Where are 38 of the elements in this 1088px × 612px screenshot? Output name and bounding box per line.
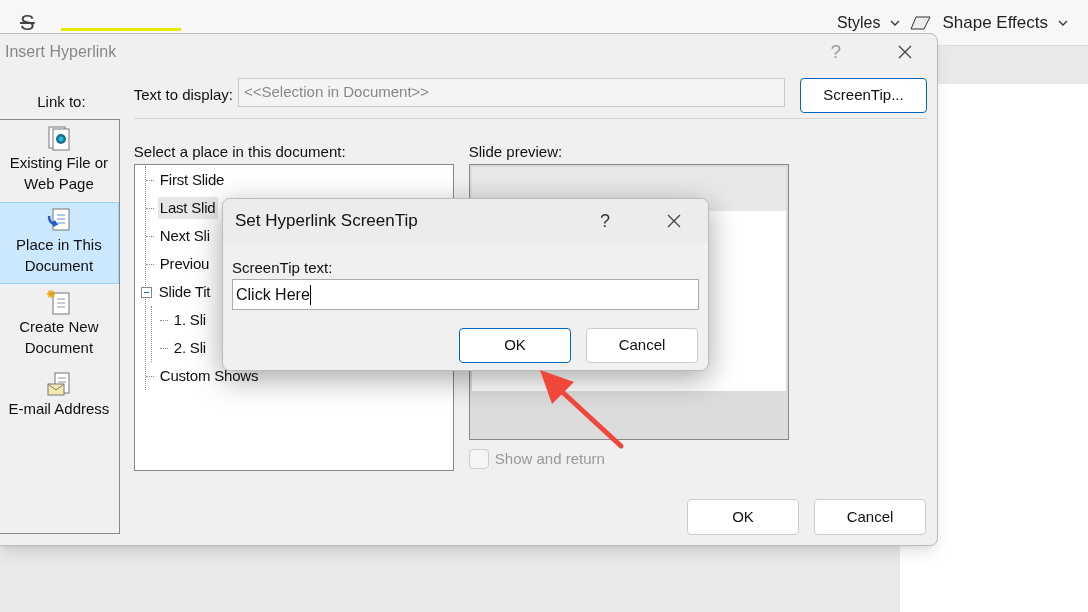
tree-item[interactable]: Next Sli (157, 224, 212, 248)
window-title: Insert Hyperlink (5, 42, 117, 62)
tree-item[interactable]: 1. Sli (171, 308, 208, 332)
field-label: Text to display: (133, 84, 233, 105)
screentip-button[interactable]: ScreenTip... (800, 77, 927, 113)
envelope-document-icon (45, 371, 72, 397)
section-label: Slide preview: (468, 142, 564, 162)
link-to-option[interactable]: Create New Document (0, 284, 119, 366)
link-to-option[interactable]: E-mail Address (0, 366, 119, 448)
section-label: Select a place in this document: (133, 142, 347, 162)
tree-item[interactable]: First Slide (157, 168, 227, 192)
tree-item[interactable]: 2. Sli (171, 336, 208, 360)
close-icon[interactable] (666, 213, 682, 229)
tree-item[interactable]: Custom Shows (157, 364, 261, 388)
chevron-down-icon (1058, 19, 1068, 26)
help-button[interactable]: ? (600, 207, 610, 235)
ribbon-label[interactable]: Styles (836, 10, 881, 35)
new-document-icon (45, 289, 72, 315)
dialog-title: Set Hyperlink ScreenTip (235, 210, 418, 233)
link-to-option[interactable]: Place in This Document (0, 202, 119, 284)
link-to-label: Link to: (36, 92, 87, 112)
tree-item[interactable]: Previou (157, 252, 212, 276)
dialog-button[interactable]: Cancel (814, 499, 926, 535)
dialog-button[interactable]: Cancel (586, 328, 698, 363)
dialog-button[interactable]: OK (687, 499, 799, 535)
field-label: ScreenTip text: (232, 258, 334, 278)
screentip-text-field[interactable]: Click Here (232, 279, 699, 310)
document-arrow-icon (45, 207, 72, 233)
ribbon-label[interactable]: Shape Effects (942, 9, 1048, 36)
document-globe-icon (45, 125, 72, 151)
chevron-down-icon (890, 19, 901, 26)
checkbox-label: Show and return (494, 449, 605, 469)
dialog-button[interactable]: OK (459, 328, 571, 363)
tree-item[interactable]: Slide Tit (156, 280, 213, 304)
collapse-icon[interactable] (140, 286, 152, 298)
close-icon[interactable] (897, 44, 913, 60)
link-to-option[interactable]: Existing File or Web Page (0, 120, 119, 202)
tree-item[interactable]: Last Slid (157, 196, 218, 220)
